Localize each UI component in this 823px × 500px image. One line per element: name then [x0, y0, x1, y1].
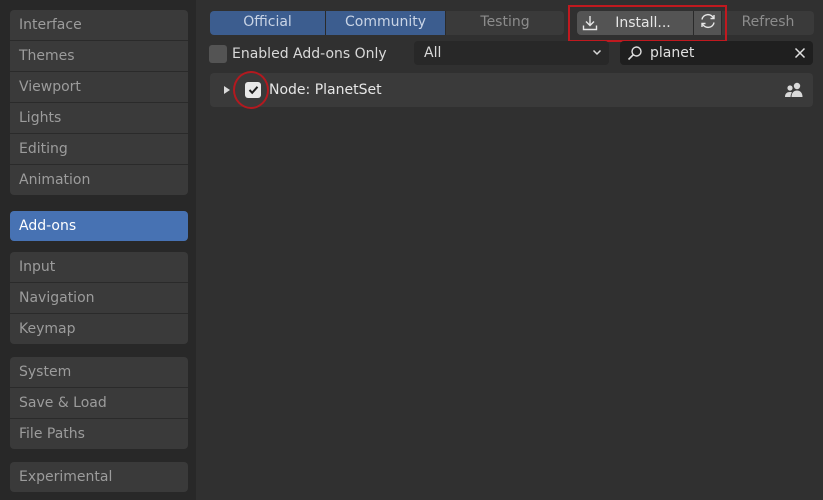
clear-search-icon[interactable] — [787, 47, 813, 59]
sidebar-item-file-paths[interactable]: File Paths — [10, 419, 188, 449]
addon-enable-checkbox[interactable] — [245, 82, 261, 98]
sidebar-item-viewport[interactable]: Viewport — [10, 72, 188, 103]
enabled-only-label: Enabled Add-ons Only — [232, 46, 387, 62]
enabled-addons-only-toggle[interactable]: Enabled Add-ons Only — [209, 44, 387, 64]
refresh-button[interactable]: Refresh — [722, 11, 814, 35]
tab-official[interactable]: Official — [210, 11, 326, 35]
addon-name: Node: PlanetSet — [269, 82, 382, 98]
sidebar-item-interface[interactable]: Interface — [10, 10, 188, 41]
enabled-only-checkbox[interactable] — [209, 45, 227, 63]
sidebar-group-addons: Add-ons — [10, 211, 188, 241]
search-icon — [620, 45, 650, 61]
sidebar-item-keymap[interactable]: Keymap — [10, 314, 188, 344]
sidebar-item-animation[interactable]: Animation — [10, 165, 188, 195]
expand-arrow-icon[interactable] — [223, 85, 233, 95]
addon-actions: Install... Refresh — [577, 11, 814, 35]
refresh-icon — [699, 13, 717, 33]
install-button-label: Install... — [615, 15, 671, 31]
download-icon — [577, 15, 603, 31]
sidebar-item-system[interactable]: System — [10, 357, 188, 388]
sidebar-group-system: System Save & Load File Paths — [10, 357, 188, 449]
category-select[interactable]: All — [414, 41, 609, 65]
sidebar-item-editing[interactable]: Editing — [10, 134, 188, 165]
sidebar-item-experimental[interactable]: Experimental — [10, 462, 188, 492]
users-icon — [784, 81, 804, 103]
category-select-value: All — [424, 45, 442, 61]
install-button[interactable]: Install... — [577, 11, 694, 35]
sidebar-group-input: Input Navigation Keymap — [10, 252, 188, 344]
check-icon — [248, 86, 258, 95]
sidebar-item-navigation[interactable]: Navigation — [10, 283, 188, 314]
sidebar-item-themes[interactable]: Themes — [10, 41, 188, 72]
sidebar-item-save-load[interactable]: Save & Load — [10, 388, 188, 419]
sidebar-item-input[interactable]: Input — [10, 252, 188, 283]
chevron-down-icon — [591, 46, 603, 62]
refresh-icon-button[interactable] — [694, 11, 722, 35]
addon-source-tabs: Official Community Testing — [210, 11, 564, 35]
sidebar-group-experimental: Experimental — [10, 462, 188, 492]
sidebar-item-add-ons[interactable]: Add-ons — [10, 211, 188, 241]
addon-row: Node: PlanetSet — [210, 73, 813, 107]
tab-testing[interactable]: Testing — [446, 11, 564, 35]
search-input[interactable]: planet — [620, 41, 813, 65]
tab-community[interactable]: Community — [326, 11, 446, 35]
preferences-sidebar: Interface Themes Viewport Lights Editing… — [0, 0, 196, 500]
sidebar-group-general: Interface Themes Viewport Lights Editing… — [10, 10, 188, 195]
search-input-value: planet — [650, 45, 695, 61]
sidebar-item-lights[interactable]: Lights — [10, 103, 188, 134]
